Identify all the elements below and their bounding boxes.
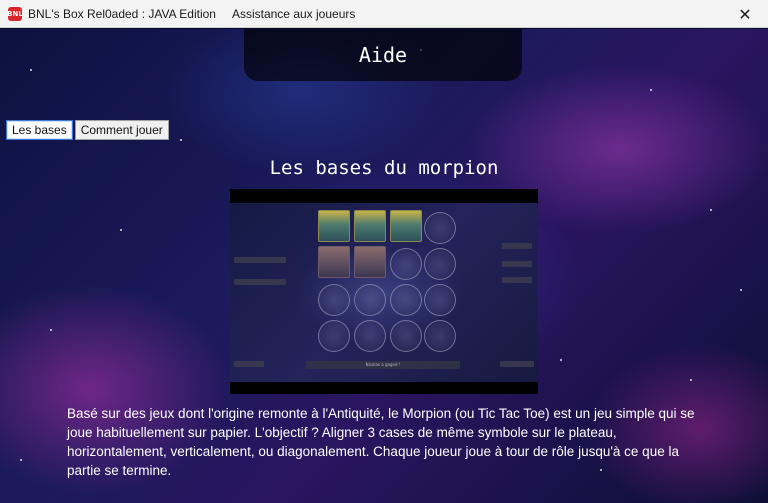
preview-status-bar: Nicolas a gagné !	[306, 361, 460, 369]
close-button[interactable]: ✕	[722, 0, 768, 28]
tab-les-bases[interactable]: Les bases	[6, 120, 73, 140]
close-icon: ✕	[738, 4, 752, 24]
help-tabs: Les bases Comment jouer	[6, 120, 169, 140]
tab-comment-jouer[interactable]: Comment jouer	[74, 120, 169, 140]
game-preview-image: Nicolas a gagné !	[230, 189, 538, 394]
section-title: Les bases du morpion	[269, 157, 499, 179]
help-content-area: Aide Les bases Comment jouer Les bases d…	[0, 29, 768, 503]
tic-tac-toe-board	[314, 208, 458, 356]
window-titlebar: BNL BNL's Box Rel0aded : JAVA Edition As…	[0, 0, 768, 28]
page-title: Aide	[244, 29, 522, 81]
app-logo-icon: BNL	[7, 6, 23, 21]
rules-description: Basé sur des jeux dont l'origine remonte…	[67, 406, 695, 478]
window-title: BNL's Box Rel0aded : JAVA Edition Assist…	[28, 6, 356, 21]
